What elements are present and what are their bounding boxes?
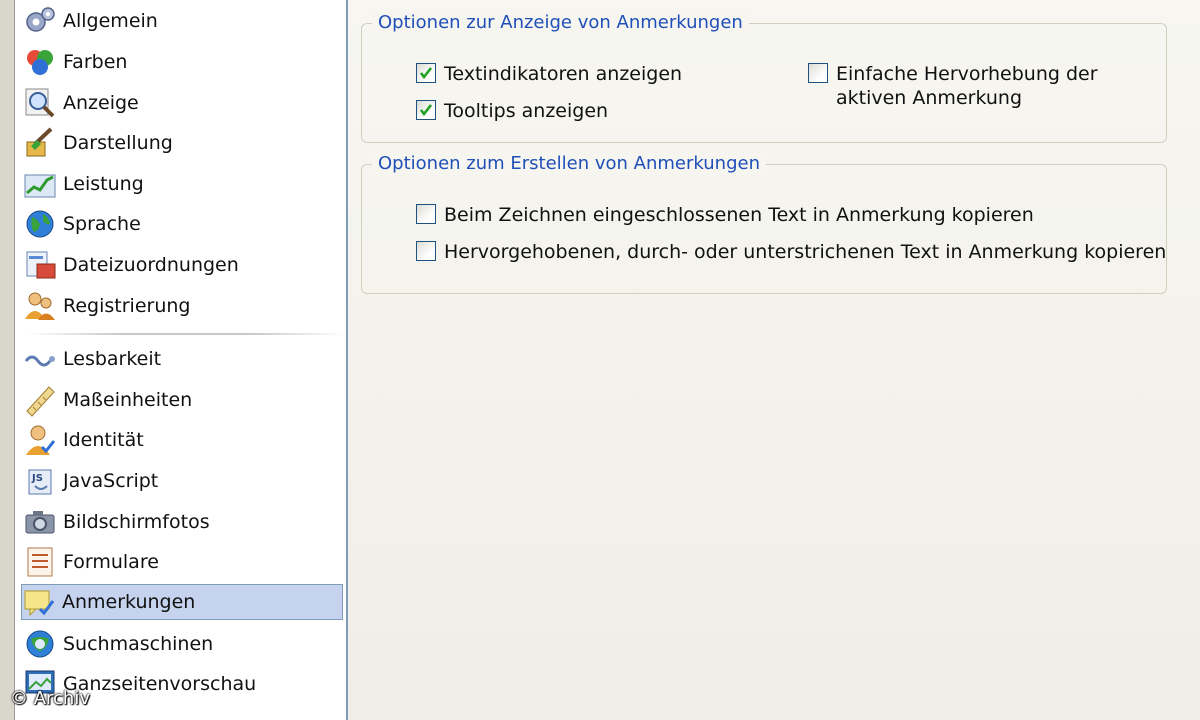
magnifier-icon [25, 88, 55, 118]
checkbox-unchecked[interactable] [808, 63, 828, 83]
sidebar-item-label: Identität [63, 429, 144, 451]
sidebar-item-label: Bildschirmfotos [63, 511, 210, 533]
display-options-group: Optionen zur Anzeige von Anmerkungen Tex… [361, 12, 1167, 143]
group-title: Optionen zur Anzeige von Anmerkungen [372, 12, 749, 34]
option-text-kopieren[interactable]: Beim Zeichnen eingeschlossenen Text in A… [416, 203, 1034, 227]
checkbox-label: Einfache Hervorhebung der aktiven Anmerk… [836, 63, 1098, 109]
globe-icon [26, 210, 54, 238]
sidebar-item-label: Anmerkungen [62, 591, 196, 613]
sidebar-item-label: Ganzseitenvorschau [63, 673, 257, 695]
sidebar-separator [25, 333, 345, 335]
sidebar-item-label: Leistung [63, 173, 144, 195]
create-options-group: Optionen zum Erstellen von Anmerkungen B… [361, 153, 1167, 294]
sidebar-item-label: Sprache [63, 213, 141, 235]
file-association-icon [26, 251, 56, 279]
sidebar-item-javascript[interactable]: JS JavaScript [23, 463, 343, 499]
notes-icon [24, 590, 55, 617]
users-icon [25, 292, 55, 320]
sidebar-item-label: Suchmaschinen [63, 633, 214, 655]
option-einfache-hervorhebung[interactable]: Einfache Hervorhebung der aktiven Anmerk… [808, 62, 1166, 110]
sidebar-item-label: Formulare [63, 551, 159, 573]
identity-icon [26, 425, 56, 455]
copyright-watermark: © Archiv [10, 688, 90, 709]
search-engine-icon [26, 630, 54, 658]
sidebar-item-bildschirmfotos[interactable]: Bildschirmfotos [23, 504, 343, 540]
javascript-icon: JS [28, 469, 52, 495]
check-icon [419, 104, 433, 117]
checkbox-checked[interactable] [416, 100, 436, 120]
sidebar-item-registrierung[interactable]: Registrierung [23, 288, 343, 324]
ruler-icon [26, 386, 55, 417]
sidebar-item-masseinheiten[interactable]: Maßeinheiten [23, 382, 343, 418]
sidebar-item-lesbarkeit[interactable]: Lesbarkeit [23, 341, 343, 377]
checkbox-label: Tooltips anzeigen [444, 100, 609, 122]
checkbox-label: Textindikatoren anzeigen [444, 63, 683, 85]
sidebar-item-leistung[interactable]: Leistung [23, 166, 343, 202]
sidebar-item-dateizuordnungen[interactable]: Dateizuordnungen [23, 247, 343, 283]
sidebar-item-label: Registrierung [63, 295, 191, 317]
form-icon [27, 547, 53, 577]
sidebar-item-label: Dateizuordnungen [63, 254, 239, 276]
checkbox-label: Beim Zeichnen eingeschlossenen Text in A… [444, 204, 1034, 226]
settings-panel: Optionen zur Anzeige von Anmerkungen Tex… [348, 0, 1200, 720]
sidebar-item-identitaet[interactable]: Identität [23, 422, 343, 458]
sidebar-item-anmerkungen[interactable]: Anmerkungen [21, 584, 343, 620]
checkbox-checked[interactable] [416, 63, 436, 83]
readability-icon [24, 355, 55, 367]
sidebar-item-anzeige[interactable]: Anzeige [23, 85, 343, 121]
checkbox-unchecked[interactable] [416, 204, 436, 224]
paint-brush-icon [26, 127, 53, 157]
sidebar-item-label: Anzeige [63, 92, 139, 114]
check-icon [419, 67, 433, 80]
checkbox-label: Hervorgehobenen, durch- oder unterstrich… [444, 241, 1167, 263]
color-balls-icon [27, 50, 53, 75]
sidebar-item-allgemein[interactable]: Allgemein [23, 3, 343, 39]
sidebar-item-darstellung[interactable]: Darstellung [23, 125, 343, 161]
sidebar-item-formulare[interactable]: Formulare [23, 544, 343, 580]
sidebar-item-label: JavaScript [63, 470, 159, 492]
option-hervorgehoben-kopieren[interactable]: Hervorgehobenen, durch- oder unterstrich… [416, 240, 1166, 264]
sidebar-item-label: Lesbarkeit [63, 348, 162, 370]
camera-icon [25, 511, 55, 534]
category-sidebar: Allgemein Farben Anzeige Darstellung Lei… [15, 0, 348, 720]
svg-text:JS: JS [31, 473, 43, 484]
sidebar-item-label: Allgemein [63, 10, 158, 32]
gears-icon [26, 7, 55, 32]
sidebar-item-label: Farben [63, 51, 128, 73]
sidebar-item-farben[interactable]: Farben [23, 44, 343, 80]
chart-icon [24, 174, 56, 198]
sidebar-item-label: Darstellung [63, 132, 173, 154]
option-tooltips[interactable]: Tooltips anzeigen [416, 99, 608, 123]
group-title: Optionen zum Erstellen von Anmerkungen [372, 153, 766, 175]
sidebar-item-sprache[interactable]: Sprache [23, 206, 343, 242]
sidebar-item-label: Maßeinheiten [63, 389, 193, 411]
window-frame-edge [0, 0, 15, 720]
sidebar-item-suchmaschinen[interactable]: Suchmaschinen [23, 626, 343, 662]
checkbox-unchecked[interactable] [416, 241, 436, 261]
option-textindikatoren[interactable]: Textindikatoren anzeigen [416, 62, 682, 86]
